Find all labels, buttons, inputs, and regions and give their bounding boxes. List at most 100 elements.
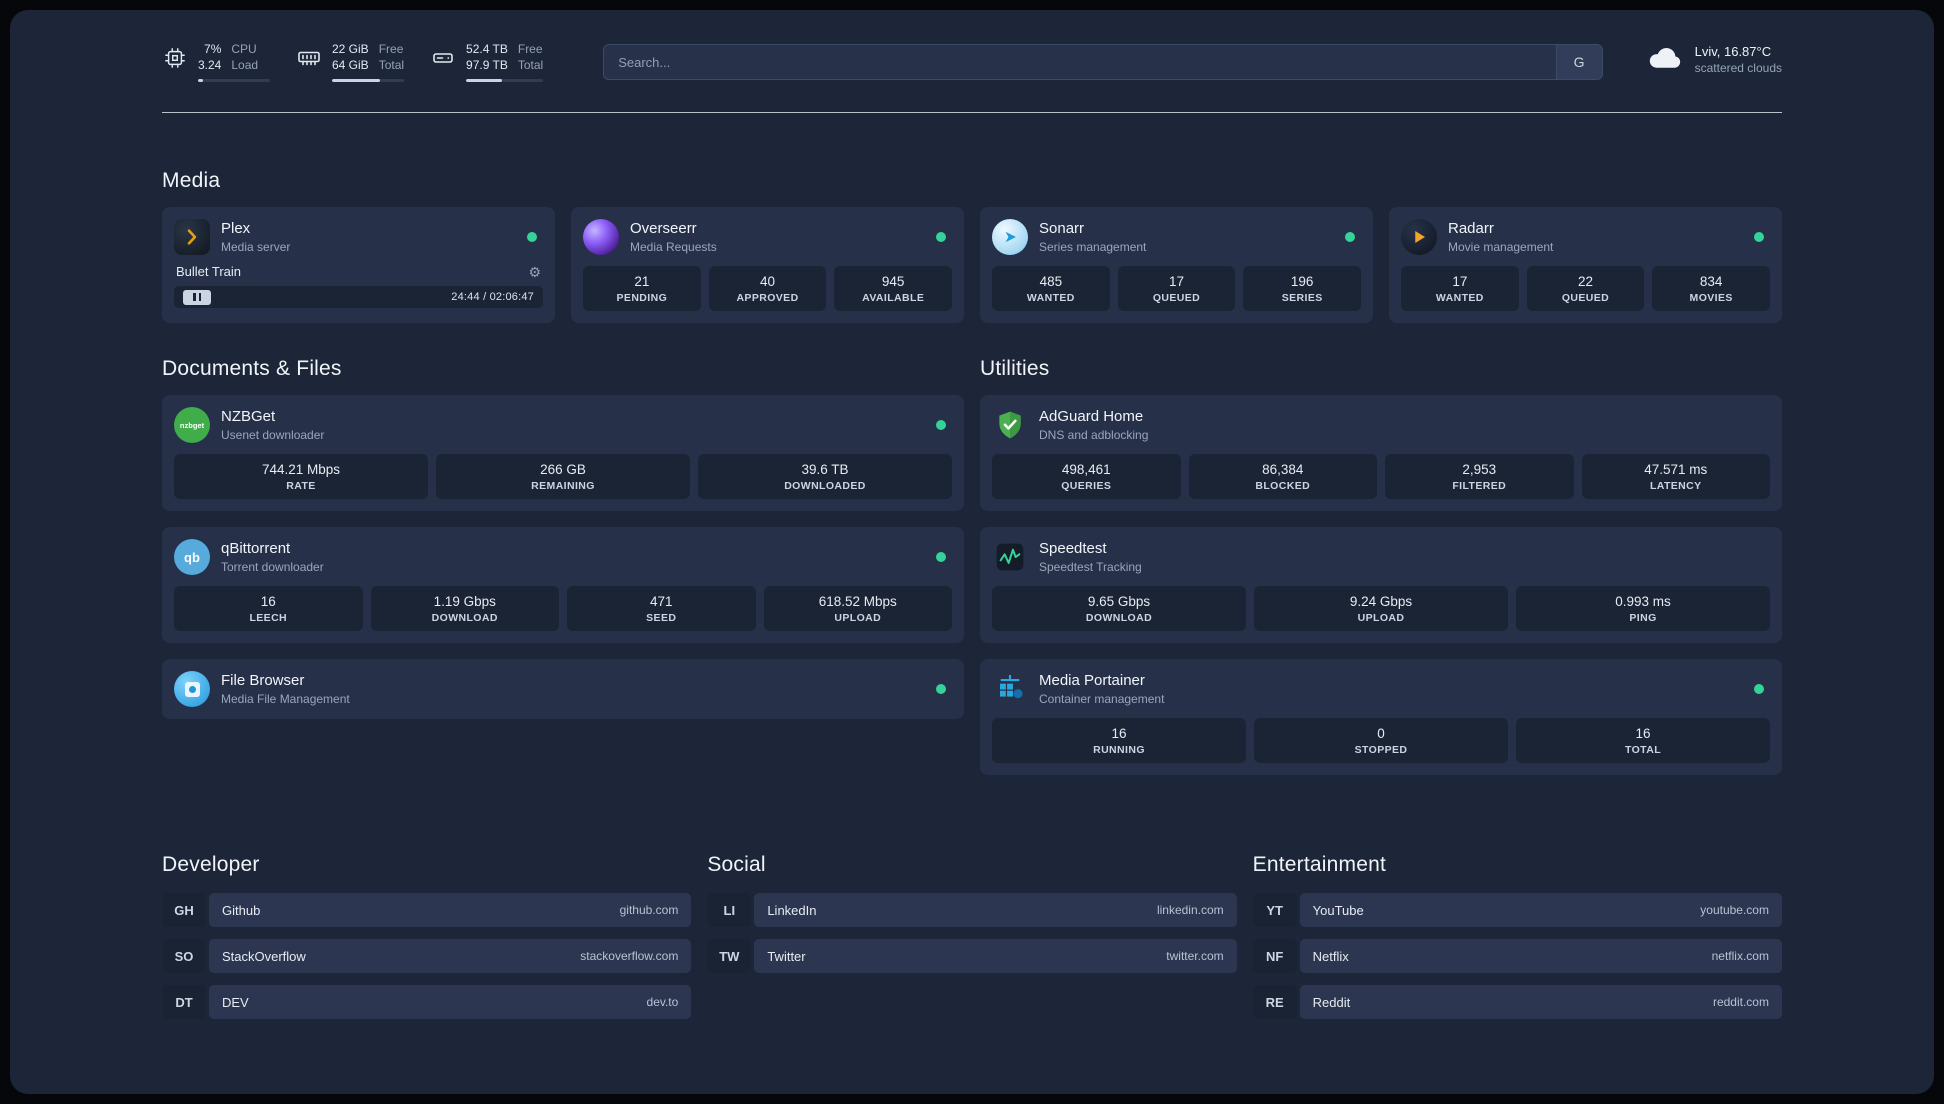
service-card-plex[interactable]: Plex Media server Bullet Train ⚙ 24:44 /… [162,207,555,324]
service-card-radarr[interactable]: Radarr Movie management 17 WANTED 22 QUE… [1389,207,1782,324]
stat-block: 9.65 Gbps DOWNLOAD [992,586,1246,632]
service-desc: Torrent downloader [221,560,324,575]
service-card-nzbget[interactable]: nzbget NZBGet Usenet downloader 744.21 M… [162,395,964,512]
status-dot [1345,232,1355,243]
stat-block: 2,953 FILTERED [1385,454,1574,500]
service-name: Plex [221,220,251,238]
bookmark-linkedin[interactable]: LI LinkedIn linkedin.com [707,893,1237,928]
bookmarks-area: Developer GH Github github.com SO StackO… [162,853,1782,1071]
stat-label: PING [1629,612,1657,625]
gear-icon[interactable]: ⚙ [528,265,541,279]
service-card-sonarr[interactable]: Sonarr Series management 485 WANTED 17 Q… [980,207,1373,324]
cpu-widget: 7% 3.24 CPU Load [162,42,270,83]
service-name: Overseerr [630,220,697,238]
bookmark-netflix[interactable]: NF Netflix netflix.com [1252,939,1782,974]
stat-block: 0 STOPPED [1254,718,1508,764]
stat-label: SEED [646,612,677,625]
service-desc: Series management [1039,240,1147,255]
stat-block: 498,461 QUERIES [992,454,1181,500]
stat-label: MOVIES [1689,292,1733,305]
service-card-overseerr[interactable]: Overseerr Media Requests 21 PENDING 40 A… [571,207,964,324]
player-progress-bar[interactable]: 24:44 / 02:06:47 [174,286,543,309]
status-dot [936,684,946,695]
top-bar: 7% 3.24 CPU Load 22 GiB 64 GiB Free Tota… [162,42,1782,83]
stat-block: 17 WANTED [1401,266,1519,312]
weather-condition: scattered clouds [1694,61,1782,75]
bookmark-url: github.com [619,903,679,918]
service-card-qbittorrent[interactable]: qb qBittorrent Torrent downloader 16 LEE… [162,527,964,644]
status-dot [936,232,946,243]
status-dot [1754,232,1764,243]
stat-block: 744.21 Mbps RATE [174,454,428,500]
bookmarks-entertainment: Entertainment YT YouTube youtube.com NF … [1252,853,1782,1031]
search-provider-button[interactable]: G [1555,45,1602,79]
search-input[interactable] [604,45,1556,79]
pause-button[interactable] [183,289,211,305]
bookmark-url: reddit.com [1712,995,1769,1010]
stat-block: 618.52 Mbps UPLOAD [763,586,952,632]
status-dot [936,552,946,563]
service-name: Media Portainer [1039,672,1145,690]
disk-free-label: Free [517,42,543,56]
stat-label: SERIES [1281,292,1323,305]
stat-value: 0 [1377,726,1385,742]
memory-progress-track [332,79,405,83]
memory-free-label: Free [378,42,404,56]
service-desc: DNS and adblocking [1039,428,1149,443]
stat-block: 47.571 ms LATENCY [1581,454,1770,500]
search-bar: G [603,44,1603,80]
service-desc: Usenet downloader [221,428,325,443]
nzbget-logo-text: nzbget [179,420,205,430]
bookmark-youtube[interactable]: YT YouTube youtube.com [1252,893,1782,928]
dashboard-panel: 7% 3.24 CPU Load 22 GiB 64 GiB Free Tota… [10,10,1934,1094]
stat-block: 16 RUNNING [992,718,1246,764]
service-card-portainer[interactable]: Media Portainer Container management 16 … [980,659,1782,776]
stat-label: BLOCKED [1255,480,1311,493]
bookmark-name: YouTube [1312,902,1364,918]
service-card-filebrowser[interactable]: File Browser Media File Management [162,659,964,720]
stat-value: 485 [1039,274,1063,290]
stat-label: STOPPED [1354,744,1408,757]
service-name: Sonarr [1039,220,1085,238]
cpu-label: CPU [231,42,257,56]
stat-label: REMAINING [531,480,595,493]
status-dot [936,420,946,431]
service-card-adguard[interactable]: AdGuard Home DNS and adblocking 498,461 … [980,395,1782,512]
service-name: Speedtest [1039,540,1107,558]
bookmark-name: LinkedIn [767,902,817,918]
memory-widget: 22 GiB 64 GiB Free Total [296,42,405,83]
stat-block: 945 AVAILABLE [834,266,953,312]
playback-time: 24:44 / 02:06:47 [451,291,534,304]
sonarr-icon [992,219,1028,256]
service-desc: Movie management [1448,240,1554,255]
bookmark-github[interactable]: GH Github github.com [162,893,692,928]
qbittorrent-icon: qb [174,539,210,576]
stat-value: 196 [1290,274,1314,290]
service-desc: Speedtest Tracking [1039,560,1142,575]
stat-label: DOWNLOAD [1085,612,1153,625]
stat-label: QUERIES [1061,480,1112,493]
service-desc: Container management [1039,692,1165,707]
stat-label: DOWNLOADED [784,480,866,493]
bookmark-abbr: GH [162,893,206,928]
stat-label: TOTAL [1624,744,1662,757]
cpu-progress-fill [198,79,204,83]
stat-block: 16 LEECH [174,586,363,632]
service-name: NZBGet [221,408,276,426]
stat-block: 40 APPROVED [708,266,827,312]
section-title-media: Media [162,169,221,193]
bookmark-url: youtube.com [1700,903,1769,918]
bookmark-reddit[interactable]: RE Reddit reddit.com [1252,985,1782,1020]
stat-value: 16 [1111,726,1127,742]
cpu-load-label: Load [231,57,259,72]
stat-block: 196 SERIES [1243,266,1362,312]
stat-value: 16 [1635,726,1651,742]
stat-label: LATENCY [1649,480,1702,493]
header-divider [162,112,1782,114]
bookmark-stackoverflow[interactable]: SO StackOverflow stackoverflow.com [162,939,692,974]
bookmark-dev[interactable]: DT DEV dev.to [162,985,692,1020]
bookmark-url: netflix.com [1711,949,1769,964]
bookmark-twitter[interactable]: TW Twitter twitter.com [707,939,1237,974]
service-card-speedtest[interactable]: Speedtest Speedtest Tracking 9.65 Gbps D… [980,527,1782,644]
stat-block: 471 SEED [567,586,756,632]
